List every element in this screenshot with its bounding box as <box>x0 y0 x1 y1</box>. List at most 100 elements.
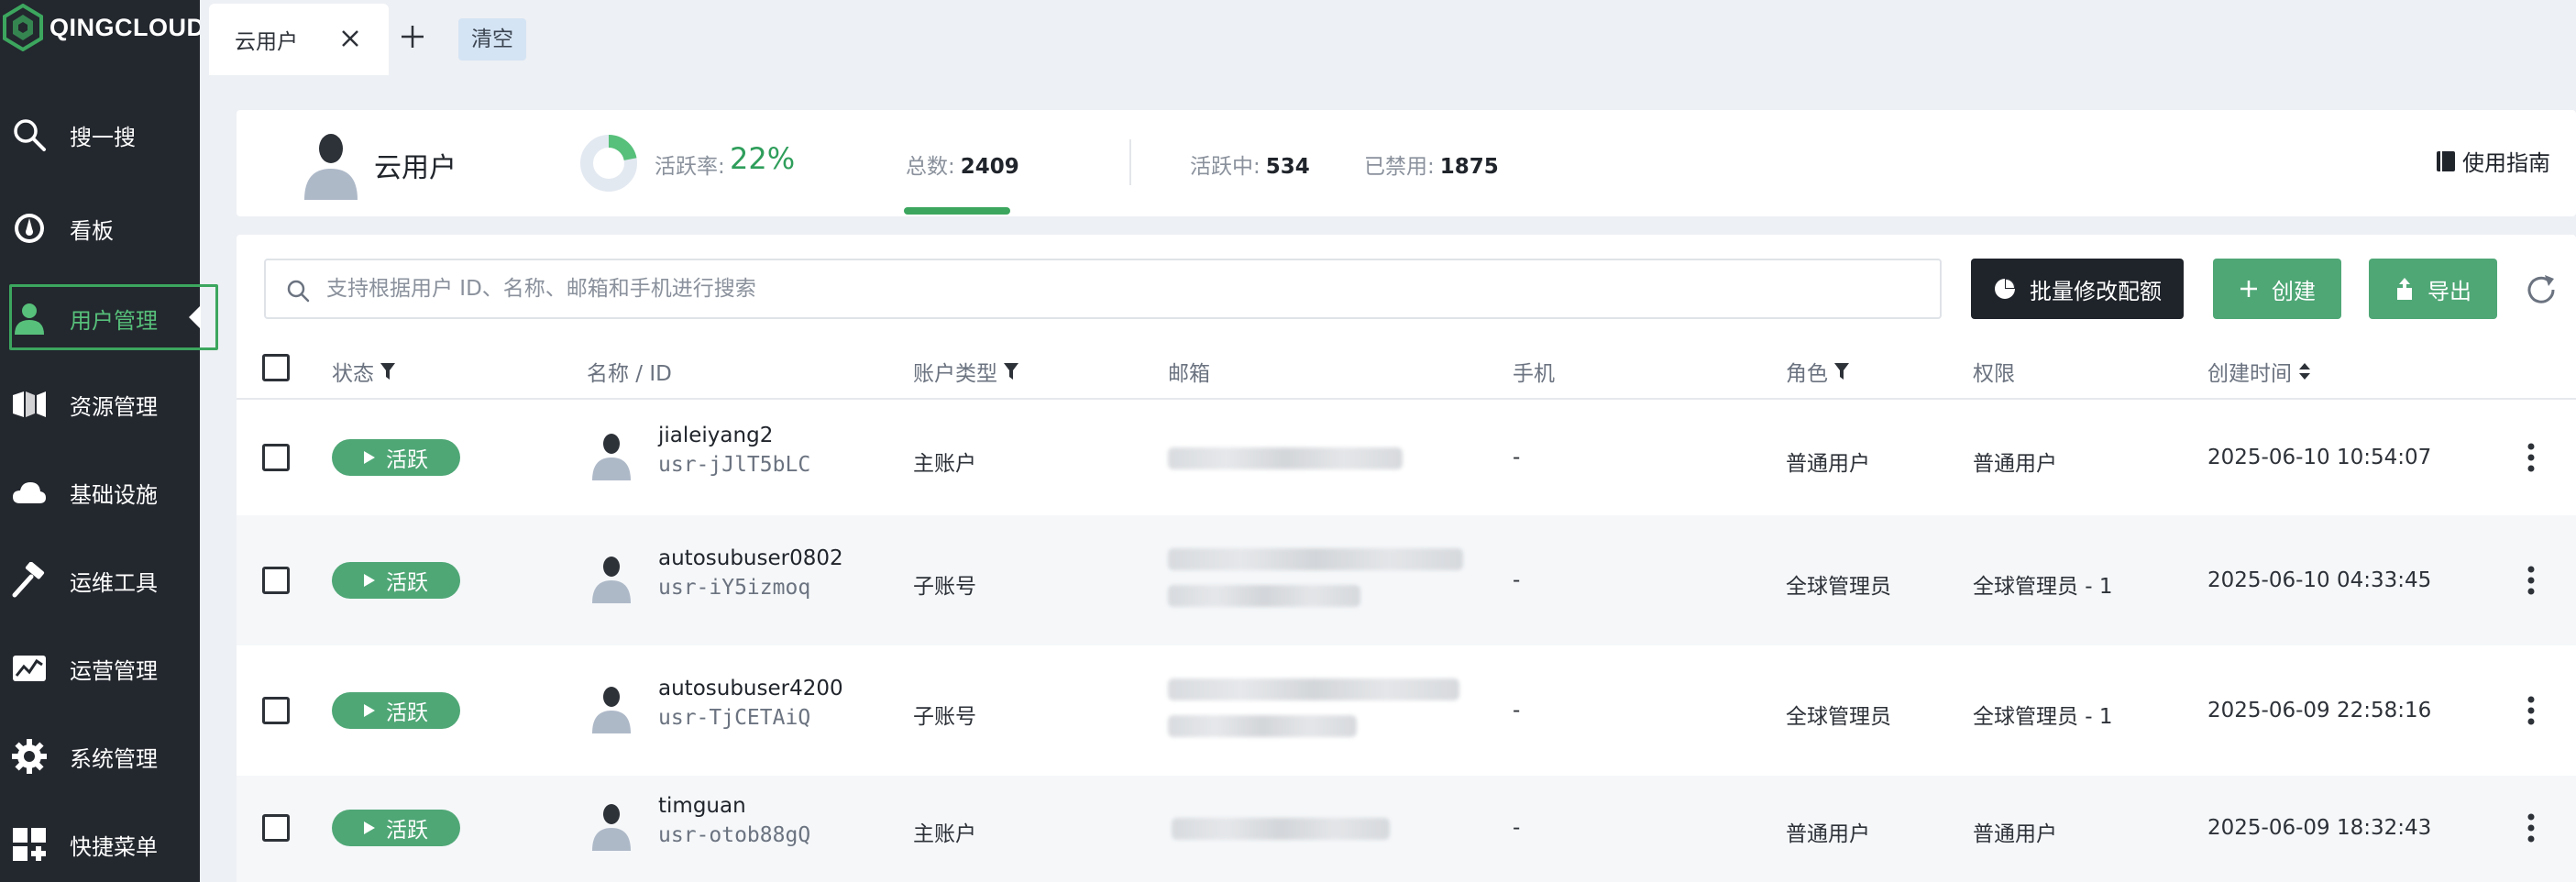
column-account-type-label: 账户类型 <box>913 362 997 386</box>
sidebar-item-infrastructure[interactable]: 基础设施 <box>0 458 200 526</box>
table-row[interactable]: 活跃 autosubuser0802 usr-iY5izmoq 子账号 - 全球… <box>237 515 2576 645</box>
column-account-type[interactable]: 账户类型 <box>913 356 1019 387</box>
disabled-value: 1875 <box>1439 155 1499 179</box>
bulk-modify-quota-button[interactable]: 批量修改配额 <box>1971 259 2184 319</box>
active-value: 534 <box>1265 155 1310 179</box>
disabled-label: 已禁用: <box>1364 155 1435 179</box>
column-email: 邮箱 <box>1168 356 1210 387</box>
play-icon <box>364 451 375 464</box>
qingcloud-logo-icon <box>2 4 43 51</box>
active-rate-label: 活跃率: <box>655 155 725 179</box>
sidebar-item-label: 运营管理 <box>70 657 158 684</box>
more-options-icon[interactable] <box>2517 439 2545 476</box>
created-time: 2025-06-09 22:58:16 <box>2207 699 2432 722</box>
filter-icon[interactable] <box>380 361 396 381</box>
avatar <box>592 687 631 733</box>
tab-cloud-users[interactable]: 云用户 <box>209 4 389 75</box>
row-checkbox[interactable] <box>262 697 290 724</box>
more-options-icon[interactable] <box>2517 692 2545 729</box>
redacted-email <box>1168 548 1463 570</box>
filter-icon[interactable] <box>1003 361 1019 381</box>
created-time: 2025-06-10 10:54:07 <box>2207 446 2432 469</box>
sidebar: QINGCLOUD 搜一搜 看板 用户管理 资源管理 基础设施 运维工具 运营管… <box>0 0 218 882</box>
row-checkbox[interactable] <box>262 814 290 842</box>
total-stat[interactable]: 总数: 2409 <box>906 149 1019 180</box>
brand-logo[interactable]: QINGCLOUD <box>2 4 204 51</box>
sidebar-item-shortcut-menu[interactable]: 快捷菜单 <box>0 810 200 878</box>
close-icon[interactable] <box>336 24 365 53</box>
sidebar-item-resource-management[interactable]: 资源管理 <box>0 370 200 438</box>
column-created-time[interactable]: 创建时间 <box>2207 356 2312 387</box>
column-role-label: 角色 <box>1786 362 1828 386</box>
status-badge: 活跃 <box>332 810 460 846</box>
refresh-icon[interactable] <box>2523 271 2559 308</box>
create-button[interactable]: 创建 <box>2213 259 2341 319</box>
sidebar-item-label: 快捷菜单 <box>70 833 158 860</box>
user-name[interactable]: autosubuser4200 <box>658 677 843 700</box>
status-label: 活跃 <box>386 571 428 595</box>
sidebar-item-user-management[interactable]: 用户管理 <box>0 284 218 352</box>
search-input[interactable] <box>326 268 1921 310</box>
search-icon <box>287 280 310 303</box>
sidebar-item-search[interactable]: 搜一搜 <box>0 101 200 169</box>
phone: - <box>1513 816 1521 840</box>
permission: 全球管理员 - 1 <box>1973 705 2113 729</box>
sidebar-item-operations-management[interactable]: 运营管理 <box>0 634 200 702</box>
table-row[interactable]: 活跃 autosubuser4200 usr-TjCETAiQ 子账号 - 全球… <box>237 645 2576 776</box>
column-phone-label: 手机 <box>1513 362 1555 386</box>
column-phone: 手机 <box>1513 356 1555 387</box>
permission: 普通用户 <box>1973 452 2057 476</box>
trend-icon <box>13 656 46 681</box>
sidebar-item-ops-tools[interactable]: 运维工具 <box>0 546 200 614</box>
sidebar-item-dashboard[interactable]: 看板 <box>0 194 200 262</box>
user-id: usr-iY5izmoq <box>658 576 811 600</box>
column-created-time-label: 创建时间 <box>2207 362 2292 386</box>
tab-bar: 云用户 清空 <box>200 0 2576 75</box>
user-name[interactable]: autosubuser0802 <box>658 546 843 570</box>
role: 全球管理员 <box>1786 705 1891 729</box>
status-badge: 活跃 <box>332 562 460 599</box>
column-email-label: 邮箱 <box>1168 362 1210 386</box>
row-checkbox[interactable] <box>262 444 290 471</box>
phone: - <box>1513 568 1521 592</box>
sort-icon[interactable] <box>2297 360 2312 382</box>
search-icon <box>14 119 46 151</box>
grid-plus-icon <box>13 828 46 861</box>
user-name[interactable]: jialeiyang2 <box>658 424 773 447</box>
sidebar-item-label: 用户管理 <box>70 307 158 334</box>
role: 全球管理员 <box>1786 575 1891 599</box>
select-all-checkbox[interactable] <box>262 354 290 381</box>
dashboard-icon <box>15 214 44 243</box>
sidebar-item-system-management[interactable]: 系统管理 <box>0 722 200 790</box>
add-tab-icon[interactable] <box>396 20 429 53</box>
user-name[interactable]: timguan <box>658 794 746 818</box>
sidebar-item-label: 基础设施 <box>70 481 158 508</box>
export-icon <box>2397 278 2412 300</box>
more-options-icon[interactable] <box>2517 562 2545 599</box>
active-stat[interactable]: 活跃中: 534 <box>1190 149 1310 180</box>
tab-label: 云用户 <box>235 30 298 54</box>
user-icon <box>15 303 44 335</box>
pie-chart-icon <box>1995 279 2015 299</box>
user-guide-link[interactable]: 使用指南 <box>2435 145 2550 177</box>
column-name-id: 名称 / ID <box>587 356 672 387</box>
clear-tabs-button[interactable]: 清空 <box>458 18 526 61</box>
table-row[interactable]: 活跃 jialeiyang2 usr-jJlT5bLC 主账户 - 普通用户 普… <box>237 400 2576 515</box>
column-role[interactable]: 角色 <box>1786 356 1850 387</box>
cloud-icon <box>13 482 46 503</box>
filter-icon[interactable] <box>1833 361 1850 381</box>
table-row[interactable]: 活跃 timguan usr-otob88gQ 主账户 - 普通用户 普通用户 … <box>237 776 2576 882</box>
user-table-panel: 批量修改配额 创建 导出 状态 名称 / ID 账户类型 <box>237 235 2576 882</box>
account-type: 子账号 <box>913 575 976 599</box>
phone: - <box>1513 446 1521 469</box>
sidebar-item-label: 搜一搜 <box>70 124 136 150</box>
permission: 普通用户 <box>1973 822 2057 846</box>
row-checkbox[interactable] <box>262 567 290 594</box>
more-options-icon[interactable] <box>2517 810 2545 846</box>
column-status[interactable]: 状态 <box>332 356 396 387</box>
table-header: 状态 名称 / ID 账户类型 邮箱 手机 角色 权限 创建时间 <box>237 336 2576 400</box>
column-status-label: 状态 <box>332 362 374 386</box>
export-button[interactable]: 导出 <box>2369 259 2497 319</box>
stat-divider <box>1129 139 1131 185</box>
disabled-stat[interactable]: 已禁用: 1875 <box>1364 149 1499 180</box>
